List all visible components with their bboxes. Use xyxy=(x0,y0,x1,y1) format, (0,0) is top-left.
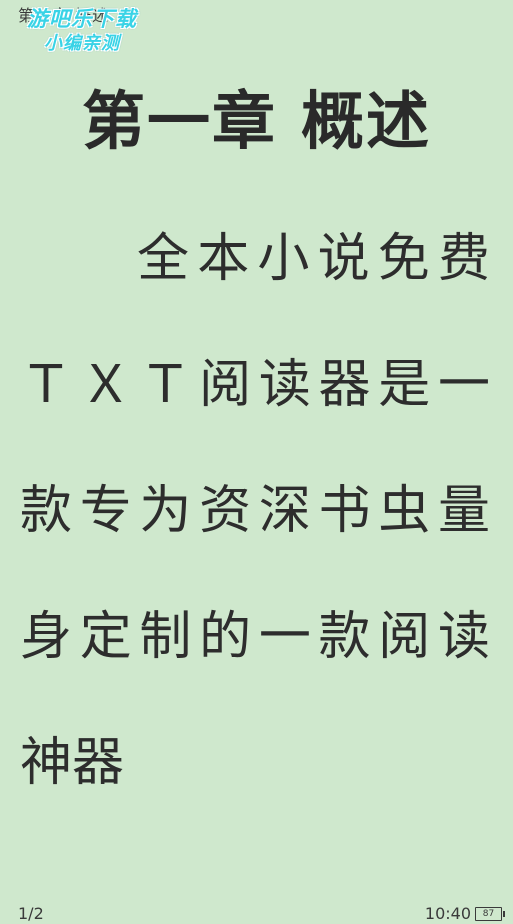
watermark-line-1: 游吧乐下载 xyxy=(27,7,137,31)
battery-level: 87 xyxy=(482,908,495,919)
content-line: 款专为资深书虫量 xyxy=(20,481,490,541)
content-line: ＴＸＴ阅读器是一 xyxy=(20,355,490,415)
clock-time: 10:40 xyxy=(424,904,471,923)
watermark-line-2: 小编亲测 xyxy=(44,33,120,54)
status-area: 10:40 87 xyxy=(424,904,505,923)
reading-content[interactable]: 全本小说免费 ＴＸＴ阅读器是一 款专为资深书虫量 身定制的一款阅读 神器 xyxy=(20,196,490,826)
content-line: 神器 xyxy=(20,733,125,793)
battery-icon: 87 xyxy=(475,906,505,921)
content-line: 全本小说免费 xyxy=(137,229,490,289)
watermark-logo: 游吧乐下载 小编亲测 xyxy=(12,6,152,64)
content-line: 身定制的一款阅读 xyxy=(20,607,490,667)
page-indicator: 1/2 xyxy=(18,904,44,923)
chapter-heading: 第一章 概述 xyxy=(82,85,431,158)
